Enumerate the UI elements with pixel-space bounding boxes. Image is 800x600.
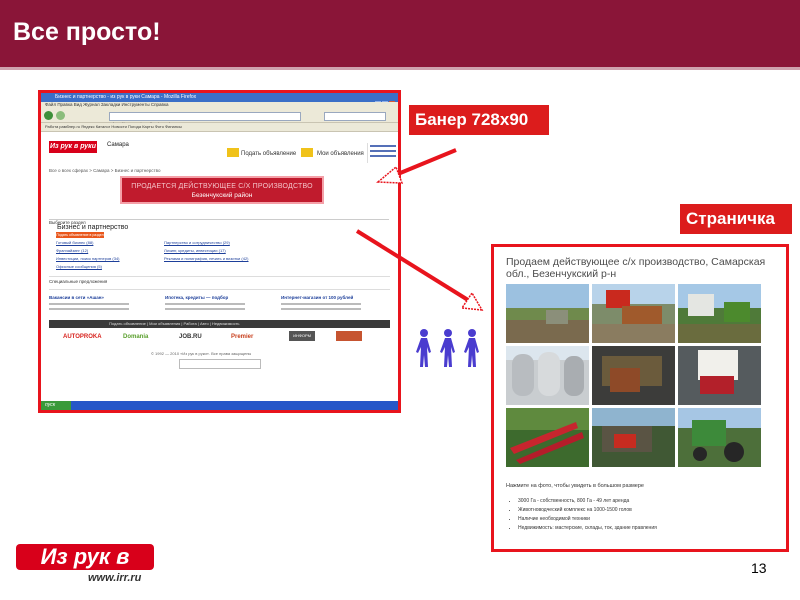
photo-thumbnail[interactable]: [678, 346, 761, 405]
feature-item: Недвижимость: мастерские, склады, ток, з…: [518, 524, 657, 533]
brand-logo: Из рук в руки www.irr.ru: [16, 544, 154, 595]
feature-item: Животноводческий комплекс на 1000-1500 г…: [518, 506, 657, 515]
photo-thumbnail[interactable]: [506, 284, 589, 343]
photo-thumbnail[interactable]: [506, 346, 589, 405]
photo-thumbnail[interactable]: [678, 408, 761, 467]
photo-thumbnail[interactable]: [592, 346, 675, 405]
landing-page-screenshot: Продаем действующее с/х производство, Са…: [491, 244, 789, 552]
photo-thumbnail[interactable]: [678, 284, 761, 343]
photo-thumbnail[interactable]: [592, 408, 675, 467]
brand-url: www.irr.ru: [88, 572, 142, 584]
arrow-to-page: [355, 229, 484, 311]
people-icon: [416, 329, 479, 367]
arrow-to-banner: [376, 148, 457, 184]
listing-title: Продаем действующее с/х производство, Са…: [506, 256, 766, 280]
feature-item: 3000 Га - собственность, 800 Га - 49 лет…: [518, 497, 657, 506]
photo-thumbnail[interactable]: [592, 284, 675, 343]
photo-thumbnail[interactable]: [506, 408, 589, 467]
page-number: 13: [751, 560, 767, 576]
photo-gallery: [506, 284, 762, 468]
features-list: 3000 Га - собственность, 800 Га - 49 лет…: [508, 497, 657, 533]
photo-caption: Нажмите на фото, чтобы увидеть в большом…: [506, 483, 644, 489]
feature-item: Наличие необходимой техники: [518, 515, 657, 524]
brand-logo-text: Из рук в руки: [16, 544, 154, 595]
